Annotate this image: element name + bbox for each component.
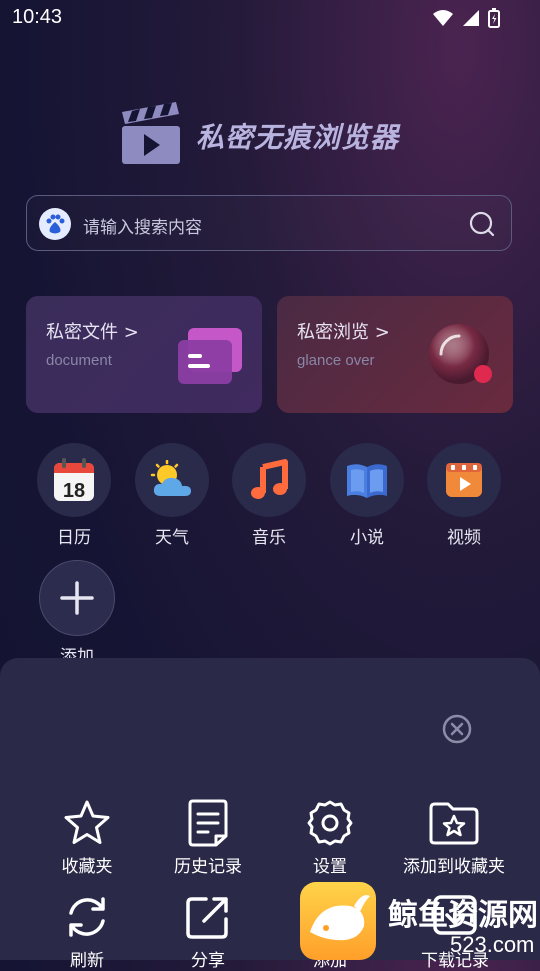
status-bar: 10:43 bbox=[0, 0, 540, 36]
menu-label: 刷新 bbox=[70, 951, 104, 971]
signal-icon bbox=[463, 10, 479, 26]
gear-icon bbox=[307, 800, 353, 846]
quick-link-novel[interactable]: 小说 bbox=[329, 443, 405, 548]
watermark-domain: 523.com bbox=[450, 932, 535, 957]
quick-link-label: 天气 bbox=[155, 528, 189, 548]
private-browse-title: 私密浏览 > bbox=[297, 322, 390, 343]
menu-label: 分享 bbox=[191, 951, 225, 971]
quick-link-weather[interactable]: 天气 bbox=[134, 443, 210, 548]
quick-link-label: 音乐 bbox=[252, 528, 286, 548]
clapperboard-logo-icon bbox=[122, 102, 180, 164]
private-files-subtitle: document bbox=[46, 352, 112, 369]
search-input[interactable]: 请输入搜索内容 bbox=[83, 213, 202, 238]
private-files-title: 私密文件 > bbox=[46, 322, 139, 343]
quick-link-label: 视频 bbox=[447, 528, 481, 548]
menu-refresh[interactable]: 刷新 bbox=[46, 890, 128, 971]
calendar-icon: 18 bbox=[54, 458, 94, 502]
folder-icon bbox=[178, 328, 242, 384]
quick-link-label: 小说 bbox=[350, 528, 384, 548]
menu-history[interactable]: 历史记录 bbox=[160, 796, 256, 877]
menu-label: 添加到收藏夹 bbox=[403, 857, 505, 877]
plus-icon bbox=[60, 581, 94, 615]
book-icon bbox=[347, 464, 387, 498]
menu-label: 收藏夹 bbox=[61, 857, 113, 877]
search-icon[interactable] bbox=[467, 209, 497, 239]
menu-favorites[interactable]: 收藏夹 bbox=[46, 796, 128, 877]
menu-add-to-favorites[interactable]: 添加到收藏夹 bbox=[398, 796, 510, 877]
app-title: 私密无痕浏览器 bbox=[196, 121, 400, 154]
battery-icon bbox=[488, 8, 500, 28]
history-icon bbox=[188, 799, 228, 847]
whale-logo-icon bbox=[300, 882, 376, 960]
video-icon bbox=[446, 463, 482, 497]
menu-label: 历史记录 bbox=[174, 857, 242, 877]
menu-label: 设置 bbox=[313, 857, 347, 877]
watermark: 鲸鱼资源网 523.com bbox=[300, 882, 540, 960]
quick-link-video[interactable]: 视频 bbox=[426, 443, 502, 548]
private-browse-card[interactable]: 私密浏览 > glance over bbox=[277, 296, 513, 413]
refresh-icon bbox=[69, 897, 105, 937]
weather-icon bbox=[150, 460, 191, 496]
status-time: 10:43 bbox=[12, 6, 63, 28]
search-bar[interactable]: 请输入搜索内容 bbox=[26, 195, 512, 251]
quick-link-label: 日历 bbox=[57, 528, 91, 548]
orb-icon bbox=[429, 324, 492, 384]
quick-link-calendar[interactable]: 18 日历 bbox=[36, 443, 112, 548]
quick-link-music[interactable]: 音乐 bbox=[231, 443, 307, 548]
menu-settings[interactable]: 设置 bbox=[290, 796, 370, 877]
share-icon bbox=[186, 897, 228, 939]
private-files-card[interactable]: 私密文件 > document bbox=[26, 296, 262, 413]
music-icon bbox=[251, 459, 288, 499]
quick-link-add[interactable]: 添加 bbox=[39, 560, 115, 667]
folder-star-icon bbox=[429, 802, 479, 845]
menu-share[interactable]: 分享 bbox=[168, 890, 248, 971]
calendar-day-text: 18 bbox=[63, 480, 85, 502]
star-icon bbox=[64, 800, 110, 844]
watermark-brand: 鲸鱼资源网 bbox=[388, 898, 538, 933]
wifi-icon bbox=[433, 10, 453, 26]
close-icon[interactable] bbox=[441, 713, 473, 745]
status-icons bbox=[432, 8, 500, 28]
baidu-icon[interactable] bbox=[39, 208, 71, 240]
private-browse-subtitle: glance over bbox=[297, 352, 375, 369]
